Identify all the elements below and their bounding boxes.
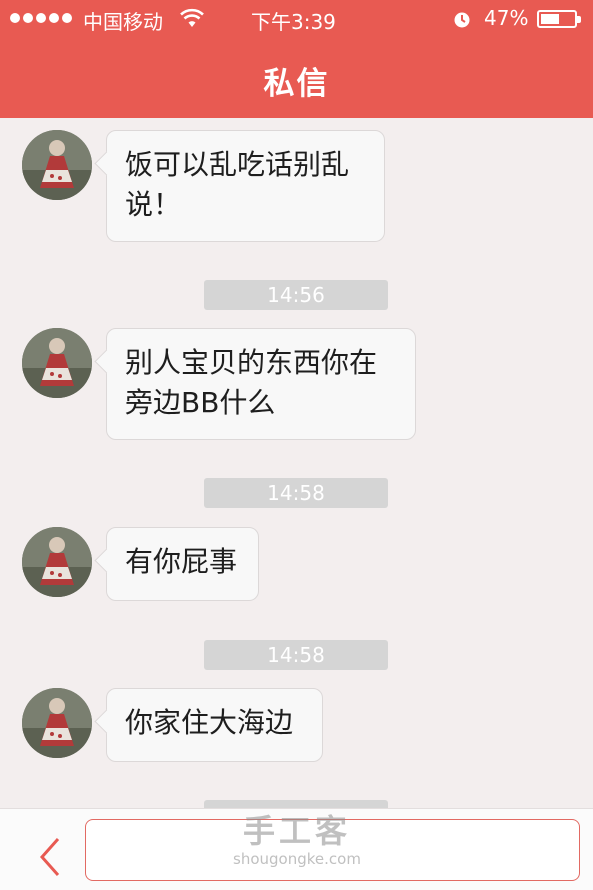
avatar[interactable]: [22, 688, 92, 758]
bottom-bar: [0, 808, 593, 890]
carrier-name: 中国移动: [83, 10, 163, 34]
status-time: 下午3:39: [251, 10, 336, 34]
message-bubble[interactable]: 别人宝贝的东西你在 旁边BB什么: [106, 328, 416, 440]
battery-percent: 47%: [484, 6, 529, 30]
message-text: 别人宝贝的东西你在: [125, 346, 378, 379]
signal-strength-icon: [10, 13, 72, 23]
message-bubble[interactable]: 饭可以乱吃话别乱 说！: [106, 130, 385, 242]
back-chevron-icon[interactable]: [30, 833, 70, 881]
message-bubble[interactable]: 有你屁事: [106, 527, 259, 601]
status-bar: 中国移动 下午3:39 47%: [0, 0, 593, 40]
timestamp: [204, 800, 388, 808]
message-input[interactable]: [85, 819, 580, 881]
message-text: 你家住大海边: [125, 706, 294, 739]
message-text: 有你屁事: [125, 545, 238, 578]
timestamp: 14:58: [204, 640, 388, 670]
avatar[interactable]: [22, 527, 92, 597]
avatar[interactable]: [22, 130, 92, 200]
message-text: 说！: [125, 188, 182, 221]
header: 中国移动 下午3:39 47% 私信: [0, 0, 593, 118]
timestamp: 14:58: [204, 478, 388, 508]
alarm-icon: [454, 12, 470, 28]
avatar[interactable]: [22, 328, 92, 398]
timestamp: 14:56: [204, 280, 388, 310]
battery-icon: [537, 10, 581, 28]
message-text: 旁边BB什么: [125, 386, 276, 419]
message-text: 饭可以乱吃话别乱: [125, 148, 350, 181]
message-bubble[interactable]: 你家住大海边: [106, 688, 323, 762]
page-title: 私信: [263, 66, 330, 102]
wifi-icon: [180, 8, 204, 27]
